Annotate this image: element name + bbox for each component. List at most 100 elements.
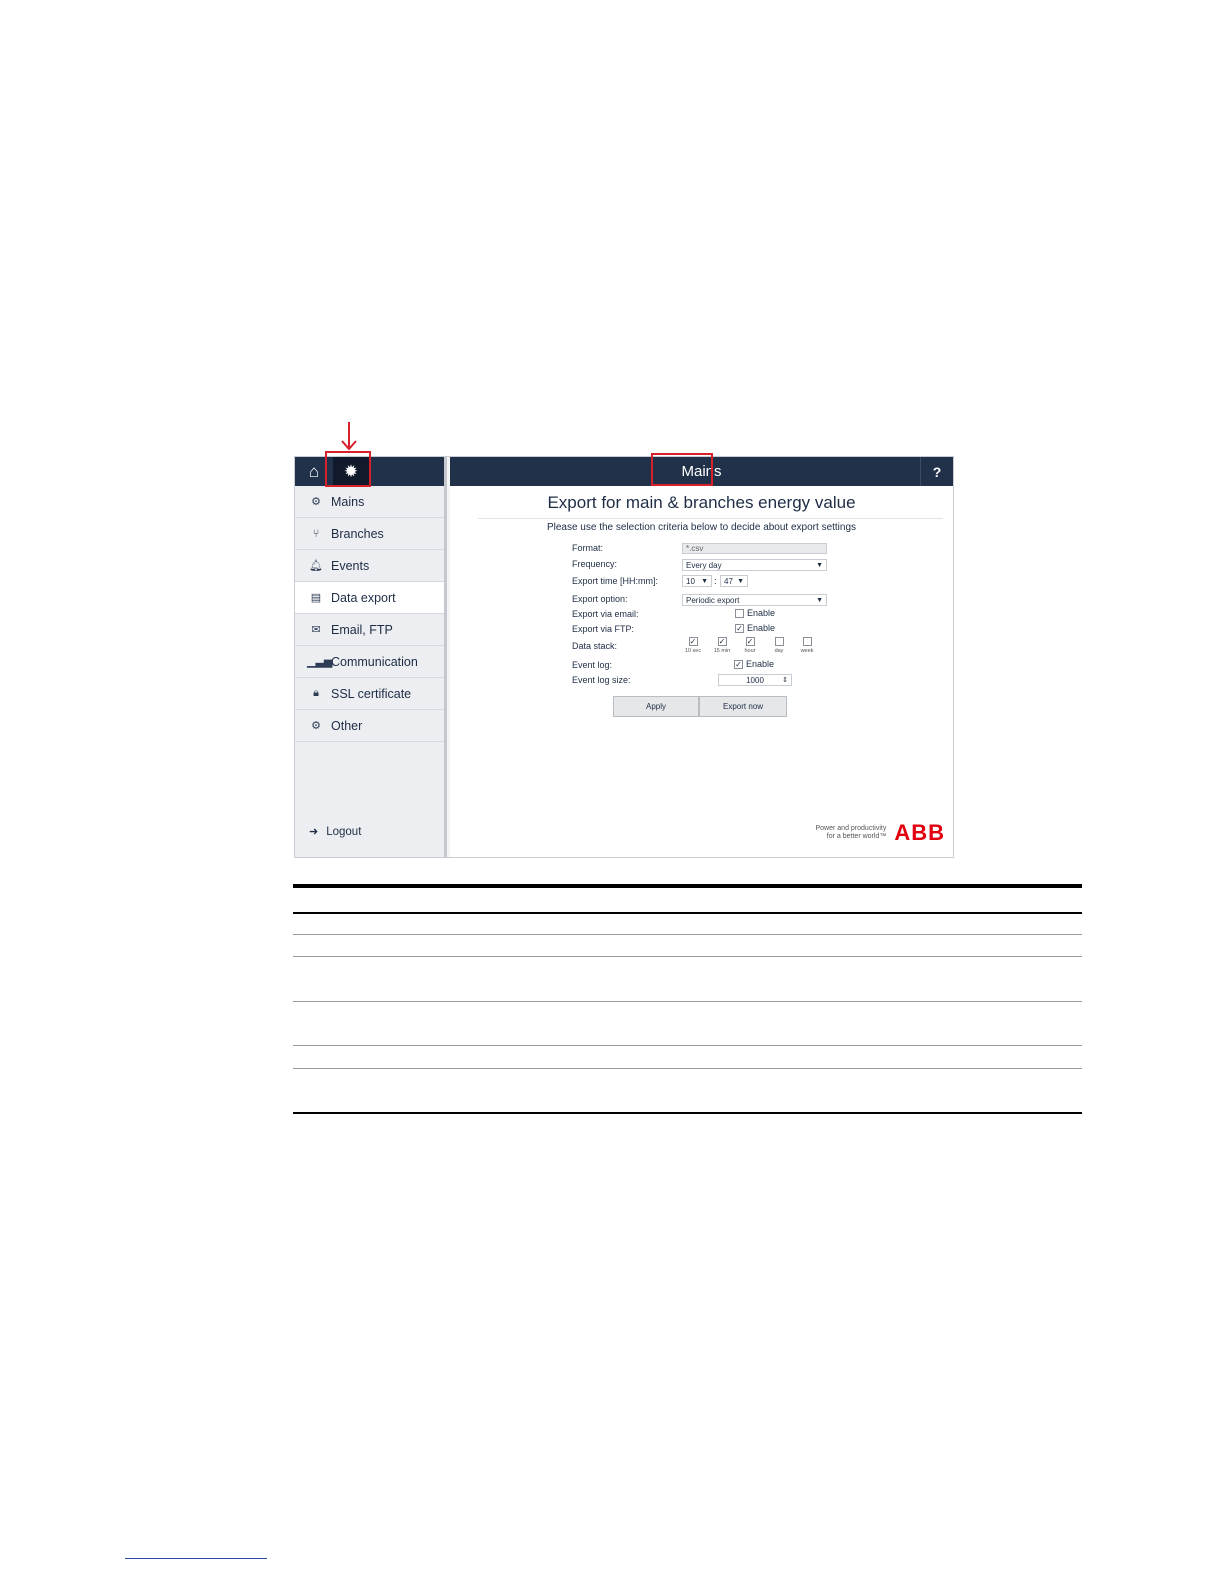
export-option-label: Export option: [572,594,628,604]
stepper-icon: ⇕ [782,677,788,684]
table-row-divider [293,1001,1082,1002]
export-email-toggle[interactable]: Enable [735,608,775,618]
event-log-label: Event log: [572,660,613,670]
instructions-text: Please use the selection criteria below … [546,522,857,533]
email-checkbox[interactable] [735,608,744,618]
footer-link-underline[interactable] [125,1558,267,1559]
divider [478,518,943,519]
frequency-value: Every day [686,561,722,570]
stack-checkbox[interactable]: ✓ [745,637,755,647]
stack-week[interactable]: week [795,637,819,654]
stack-checkbox[interactable]: ✓ [717,637,727,647]
sidebar-item-events[interactable]: 🔔︎ Events [295,550,444,582]
logout-link[interactable]: ➜ Logout [309,825,361,839]
stack-caption: 15 min [713,648,731,655]
stack-caption: week [800,648,814,655]
sidebar: ⌂ ✹ ⚙ Mains ⑂ Branches 🔔︎ Events ▤ Data … [295,457,447,857]
stack-caption: 10 sec [684,648,702,655]
help-button[interactable]: ? [920,457,953,486]
gear-icon: ⚙ [311,720,321,732]
chevron-down-icon: ▼ [701,578,708,585]
sidebar-item-data-export[interactable]: ▤ Data export [295,582,444,614]
export-time-label: Export time [HH:mm]: [572,576,659,586]
sidebar-item-label: Branches [331,526,384,541]
ftp-enable-label: Enable [747,623,776,633]
table-row-divider [293,956,1082,957]
section-heading: Export for main & branches energy value [547,493,856,512]
export-now-button[interactable]: Export now [699,696,787,717]
stack-checkbox[interactable]: ✓ [688,637,698,647]
gears-icon: ⚙ [311,496,321,508]
export-email-label: Export via email: [572,609,639,619]
document-icon: ▤ [310,592,322,604]
sidebar-item-label: Communication [331,654,418,669]
stack-checkbox[interactable] [802,637,812,647]
sidebar-item-ssl-certificate[interactable]: 🔒︎ SSL certificate [295,678,444,710]
stack-hour[interactable]: ✓ hour [738,637,762,654]
format-field: *.csv [682,543,827,554]
event-log-size-value: 1000 [746,676,764,685]
table-rule-bottom [293,1112,1082,1114]
apply-button[interactable]: Apply [613,696,699,717]
chevron-down-icon: ▼ [737,578,744,585]
sidebar-item-label: Events [331,558,370,573]
sidebar-item-label: Data export [331,590,396,605]
export-minute-select[interactable]: 47 ▼ [720,575,748,587]
event-log-checkbox[interactable]: ✓ [734,659,743,669]
email-enable-label: Enable [747,608,776,618]
sidebar-item-communication[interactable]: ▁▃▅ Communication [295,646,444,678]
export-hour-select[interactable]: 10 ▼ [682,575,712,587]
event-log-toggle[interactable]: ✓ Enable [734,659,774,669]
annotation-arrow [341,422,357,451]
sidebar-item-label: Other [331,718,363,733]
sidebar-item-mains[interactable]: ⚙ Mains [295,486,444,518]
sidebar-item-branches[interactable]: ⑂ Branches [295,518,444,550]
table-row-divider [293,1045,1082,1046]
chevron-down-icon: ▼ [816,597,823,604]
export-hour-value: 10 [686,577,695,586]
main-panel: Mains ? Export for main & branches energ… [450,457,953,857]
app-screenshot: ⌂ ✹ ⚙ Mains ⑂ Branches 🔔︎ Events ▤ Data … [295,451,953,857]
table-rule-top [293,884,1082,888]
ftp-checkbox[interactable]: ✓ [735,623,744,633]
table-row-divider [293,934,1082,935]
export-option-value: Periodic export [686,596,740,605]
format-label: Format: [572,543,604,553]
stack-15min[interactable]: ✓ 15 min [710,637,734,654]
sidebar-item-other[interactable]: ⚙ Other [295,710,444,742]
chevron-down-icon: ▼ [816,562,823,569]
event-log-size-label: Event log size: [572,675,631,685]
abb-logo: ABB [894,820,945,845]
branch-icon: ⑂ [312,527,320,540]
frequency-select[interactable]: Every day ▼ [682,559,827,571]
signal-icon: ▁▃▅ [307,656,333,668]
time-separator: : [714,576,717,586]
stack-10sec[interactable]: ✓ 10 sec [681,637,705,654]
data-stack-label: Data stack: [572,641,618,651]
stack-day[interactable]: day [767,637,791,654]
lock-icon: 🔒︎ [313,687,319,699]
sidebar-item-label: Mains [331,494,365,509]
export-ftp-label: Export via FTP: [572,624,635,634]
sidebar-item-label: SSL certificate [331,686,412,701]
logout-icon: ➜ [309,826,319,838]
brand-tagline: Power and productivity for a better worl… [816,825,887,841]
stack-checkbox[interactable] [774,637,784,647]
tagline-line: for a better world™ [826,833,887,840]
sidebar-item-email-ftp[interactable]: ✉ Email, FTP [295,614,444,646]
stack-caption: hour [744,648,756,655]
bell-icon: 🔔︎ [309,560,323,572]
export-ftp-toggle[interactable]: ✓ Enable [735,623,775,633]
stack-caption: day [774,648,784,655]
sidebar-item-label: Email, FTP [331,622,393,637]
export-minute-value: 47 [724,577,733,586]
table-rule-header [293,912,1082,914]
tagline-line: Power and productivity [815,825,887,832]
envelope-icon: ✉ [311,624,321,636]
table-row-divider [293,1068,1082,1069]
export-option-select[interactable]: Periodic export ▼ [682,594,827,606]
highlight-gear [325,451,371,487]
event-log-enable-label: Enable [746,659,775,669]
event-log-size-stepper[interactable]: 1000 ⇕ [718,674,792,686]
frequency-label: Frequency: [572,559,618,569]
